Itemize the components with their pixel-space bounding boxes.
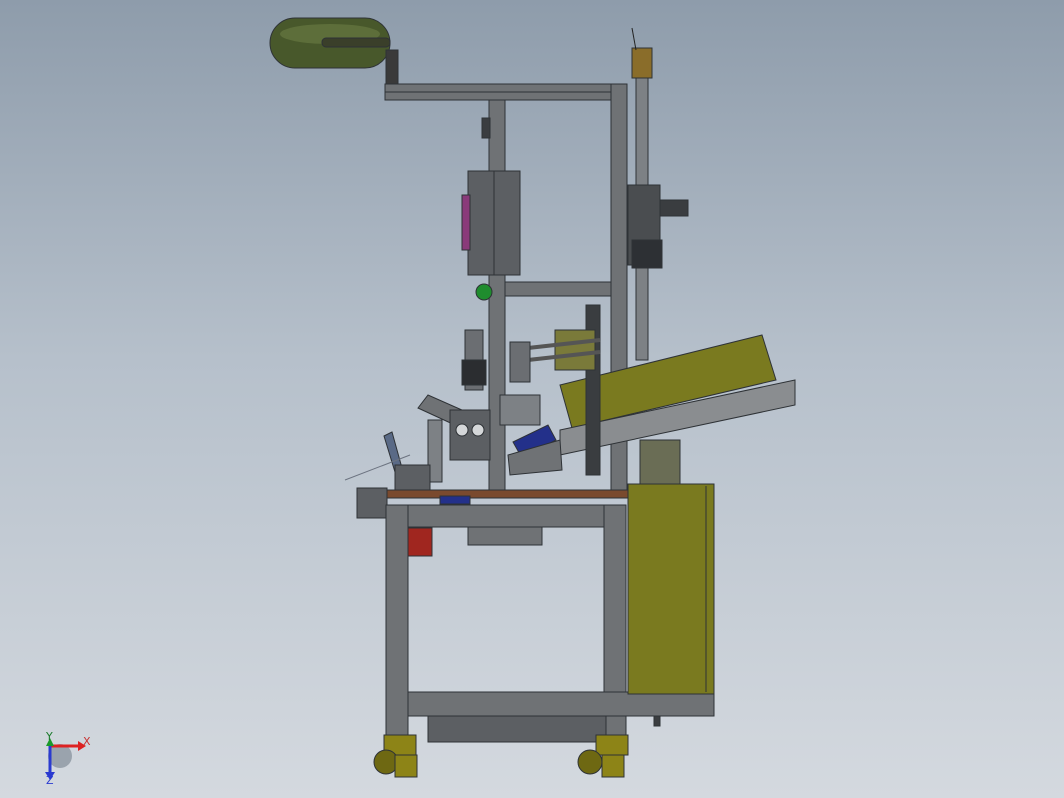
base-plate: [383, 489, 629, 499]
cad-viewport[interactable]: X Y Z: [0, 0, 1064, 798]
coordinate-triad-icon: X Y Z: [45, 730, 91, 787]
axis-label-x: X: [83, 735, 91, 748]
red-valve-box: [407, 527, 433, 557]
upper-drawer: [467, 526, 543, 546]
sensor-bracket: [481, 117, 491, 139]
olive-cabinet: [627, 483, 715, 727]
lower-left-leg: [385, 504, 409, 736]
air-supply-pipe: [627, 27, 689, 361]
base-blue-strip: [439, 495, 471, 505]
side-block: [356, 487, 388, 519]
green-indicator-lamp: [475, 283, 493, 301]
air-tank: [269, 17, 399, 85]
bottom-tray: [427, 715, 607, 743]
machine-3d-model[interactable]: X Y Z: [0, 0, 1064, 798]
lower-frame-top-rail: [385, 504, 627, 528]
axis-label-z: Z: [46, 774, 54, 787]
lower-bottom-rail: [407, 691, 715, 717]
axis-label-y: Y: [45, 730, 53, 743]
left-fixture: [344, 419, 443, 491]
left-caster: [373, 734, 418, 778]
control-box: [461, 170, 521, 276]
guide-carriage: [554, 329, 596, 371]
mid-crossbeam: [504, 281, 612, 297]
